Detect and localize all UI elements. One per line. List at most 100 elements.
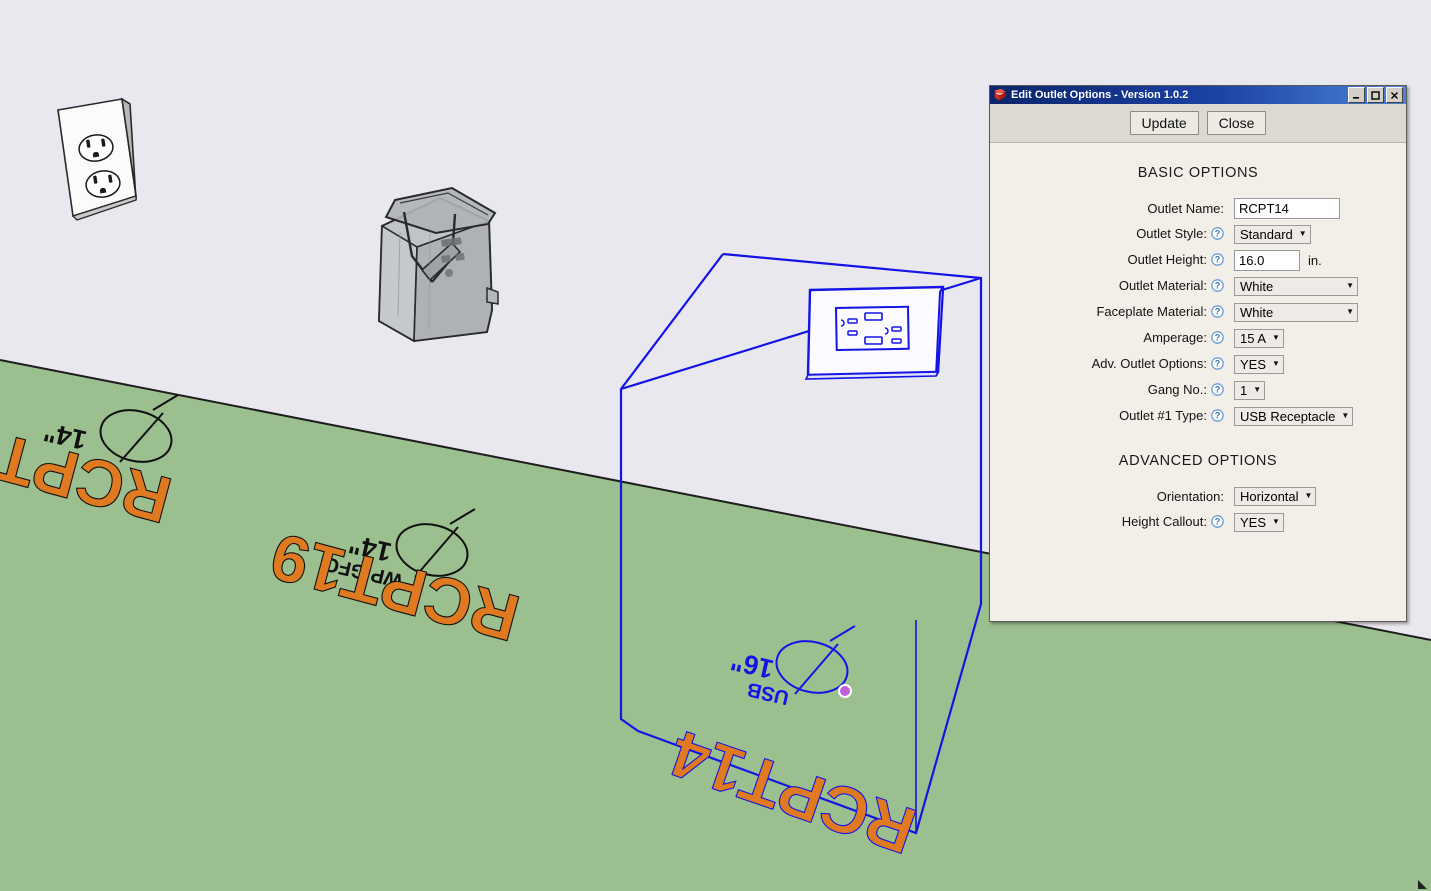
field-row-outlet-style: Outlet Style:? Standard ▼ xyxy=(990,221,1406,247)
field-row-gang-no: Gang No.:? 1 ▼ xyxy=(990,377,1406,403)
svg-text:?: ? xyxy=(1215,332,1221,342)
chevron-down-icon: ▼ xyxy=(1298,229,1307,238)
chevron-down-icon: ▼ xyxy=(1341,411,1350,420)
dialog-titlebar[interactable]: Edit Outlet Options - Version 1.0.2 xyxy=(990,86,1406,104)
field-row-outlet-height: Outlet Height:? in. xyxy=(990,247,1406,273)
input-outlet-name[interactable] xyxy=(1234,197,1340,219)
select-value: YES xyxy=(1240,356,1267,372)
label-outlet-style: Outlet Style:? xyxy=(990,226,1234,243)
select-gang-no[interactable]: 1 ▼ xyxy=(1234,380,1266,400)
field-row-height-callout: Height Callout:? YES ▼ xyxy=(990,509,1406,535)
label-faceplate-material: Faceplate Material:? xyxy=(990,304,1234,321)
help-icon[interactable]: ? xyxy=(1211,408,1224,425)
field-row-outlet-material: Outlet Material:? White ▼ xyxy=(990,273,1406,299)
svg-text:?: ? xyxy=(1215,358,1221,368)
field-label-text: Outlet Height: xyxy=(1127,251,1208,267)
label-orientation: Orientation: xyxy=(990,489,1234,504)
app-icon xyxy=(994,88,1006,101)
svg-text:?: ? xyxy=(1215,410,1221,420)
select-outlet-material[interactable]: White ▼ xyxy=(1234,276,1358,296)
select-amperage[interactable]: 15 A ▼ xyxy=(1234,328,1284,348)
dialog-title: Edit Outlet Options - Version 1.0.2 xyxy=(1011,89,1189,101)
label-outlet-material: Outlet Material:? xyxy=(990,278,1234,295)
field-row-amperage: Amperage:? 15 A ▼ xyxy=(990,325,1406,351)
field-row-adv-outlet-options: Adv. Outlet Options:? YES ▼ xyxy=(990,351,1406,377)
select-value: White xyxy=(1240,304,1274,320)
svg-text:?: ? xyxy=(1215,384,1221,394)
select-height-callout[interactable]: YES ▼ xyxy=(1234,512,1284,532)
field-label-text: Gang No.: xyxy=(1147,381,1207,397)
label-adv-outlet-options: Adv. Outlet Options:? xyxy=(990,356,1234,373)
select-outlet-style[interactable]: Standard ▼ xyxy=(1234,224,1311,244)
chevron-down-icon: ▼ xyxy=(1272,517,1280,526)
label-gang-no: Gang No.:? xyxy=(990,382,1234,399)
field-label-text: Outlet Style: xyxy=(1136,225,1207,241)
control-wrap: 1 ▼ xyxy=(1234,380,1266,400)
field-label-text: Outlet #1 Type: xyxy=(1119,407,1207,423)
close-button[interactable]: Close xyxy=(1206,111,1267,135)
selection-point-marker xyxy=(838,684,852,698)
control-wrap: USB Receptacle ▼ xyxy=(1234,406,1354,426)
control-wrap: in. xyxy=(1234,249,1322,271)
window-controls[interactable] xyxy=(1348,87,1404,103)
select-value: 1 xyxy=(1240,382,1248,398)
field-row-outlet-name: Outlet Name: xyxy=(990,195,1406,221)
minimize-icon[interactable] xyxy=(1348,87,1365,103)
svg-text:?: ? xyxy=(1215,228,1221,238)
field-row-faceplate-material: Faceplate Material:? White ▼ xyxy=(990,299,1406,325)
chevron-down-icon: ▼ xyxy=(1304,491,1313,500)
update-button[interactable]: Update xyxy=(1129,111,1199,135)
edit-outlet-options-dialog[interactable]: Edit Outlet Options - Version 1.0.2 Upda… xyxy=(989,85,1407,622)
control-wrap: White ▼ xyxy=(1234,302,1358,322)
label-amperage: Amperage:? xyxy=(990,330,1234,347)
help-icon[interactable]: ? xyxy=(1211,514,1224,531)
close-icon[interactable] xyxy=(1386,87,1403,103)
field-row-outlet-1-type: Outlet #1 Type:? USB Receptacle ▼ xyxy=(990,403,1406,429)
control-wrap: 15 A ▼ xyxy=(1234,328,1284,348)
help-icon[interactable]: ? xyxy=(1211,278,1224,295)
maximize-icon[interactable] xyxy=(1367,87,1384,103)
control-wrap: Horizontal ▼ xyxy=(1234,486,1317,506)
unit-label: in. xyxy=(1308,252,1322,268)
select-value: 15 A xyxy=(1240,330,1267,346)
field-label-text: Height Callout: xyxy=(1121,513,1207,529)
svg-text:?: ? xyxy=(1215,280,1221,290)
basic-options-rows: Outlet Name:Outlet Style:?Standard▼Outle… xyxy=(990,195,1406,429)
control-wrap: YES ▼ xyxy=(1234,512,1284,532)
chevron-down-icon: ▼ xyxy=(1346,281,1354,290)
usb-receptacle-selected[interactable] xyxy=(804,285,945,380)
help-icon[interactable]: ? xyxy=(1211,356,1224,373)
select-value: USB Receptacle xyxy=(1240,408,1336,424)
weatherproof-cover[interactable] xyxy=(377,186,499,343)
select-value: Standard xyxy=(1240,226,1293,242)
select-value: Horizontal xyxy=(1240,488,1299,504)
basic-options-heading: BASIC OPTIONS xyxy=(1137,165,1259,181)
select-value: YES xyxy=(1240,514,1267,530)
field-label-text: Outlet Material: xyxy=(1118,277,1207,293)
dialog-toolbar: Update Close xyxy=(990,104,1406,143)
control-wrap: Standard ▼ xyxy=(1234,224,1311,244)
select-orientation[interactable]: Horizontal ▼ xyxy=(1234,486,1317,506)
select-outlet-1-type[interactable]: USB Receptacle ▼ xyxy=(1234,406,1354,426)
svg-text:?: ? xyxy=(1215,306,1221,316)
field-label-text: Outlet Name: xyxy=(1147,200,1224,216)
label-outlet-height: Outlet Height:? xyxy=(990,252,1234,269)
help-icon[interactable]: ? xyxy=(1211,226,1224,243)
select-adv-outlet-options[interactable]: YES ▼ xyxy=(1234,354,1284,374)
help-icon[interactable]: ? xyxy=(1211,252,1224,269)
field-label-text: Faceplate Material: xyxy=(1096,303,1207,319)
control-wrap xyxy=(1234,197,1340,219)
chevron-down-icon: ▼ xyxy=(1346,307,1354,316)
help-icon[interactable]: ? xyxy=(1211,304,1224,321)
select-faceplate-material[interactable]: White ▼ xyxy=(1234,302,1358,322)
advanced-options-heading: ADVANCED OPTIONS xyxy=(1118,453,1278,469)
help-icon[interactable]: ? xyxy=(1211,330,1224,347)
input-outlet-height[interactable] xyxy=(1234,249,1300,271)
field-label-text: Amperage: xyxy=(1143,329,1207,345)
label-outlet-name: Outlet Name: xyxy=(990,201,1234,216)
field-label-text: Adv. Outlet Options: xyxy=(1091,355,1207,371)
help-icon[interactable]: ? xyxy=(1211,382,1224,399)
field-row-orientation: Orientation: Horizontal ▼ xyxy=(990,483,1406,509)
svg-text:?: ? xyxy=(1215,254,1221,264)
control-wrap: YES ▼ xyxy=(1234,354,1284,374)
